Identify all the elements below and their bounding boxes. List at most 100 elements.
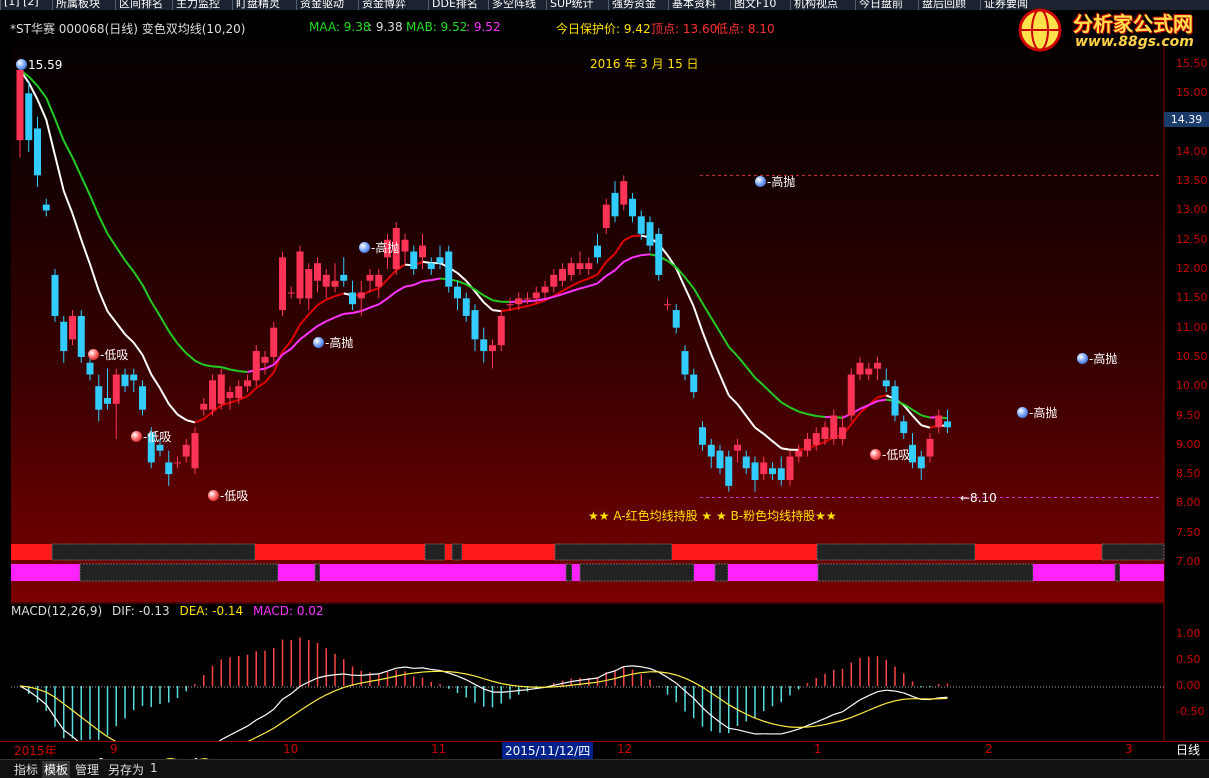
candle-body: [410, 251, 417, 269]
dea-line: [746, 714, 755, 718]
ma20-line: [353, 311, 362, 313]
dif-line: [808, 722, 817, 726]
annotation-text: -高抛: [325, 336, 353, 350]
ma20-line: [239, 371, 248, 372]
bottom-tab-3[interactable]: 另存为: [106, 761, 146, 778]
candle-body: [200, 404, 207, 410]
candle-body: [568, 263, 575, 275]
signal-bar-b-on: [320, 564, 566, 581]
signal-bar-a-off: [52, 544, 255, 560]
ma10-line: [256, 382, 265, 388]
bottom-tab-0[interactable]: 指标: [12, 761, 40, 778]
ma20-line: [423, 280, 432, 281]
price-tick: 8.50: [1176, 467, 1201, 480]
ma20-line: [589, 283, 598, 286]
period-label[interactable]: 日线: [1176, 741, 1200, 758]
bottom-tab-2[interactable]: 管理: [73, 761, 101, 778]
signal-bar-b-off: [80, 564, 278, 581]
ma20-line: [755, 378, 764, 386]
dea-line: [396, 674, 405, 676]
ma10-line: [326, 296, 335, 299]
ma10-line: [64, 191, 73, 214]
signal-bar-b-off: [818, 564, 1033, 581]
dif-line: [361, 674, 370, 675]
dea-line: [519, 686, 528, 687]
dea-line: [318, 695, 327, 700]
logo-title: 分析家公式网: [1073, 8, 1193, 37]
dea-line: [449, 672, 458, 673]
dif-line: [790, 729, 799, 732]
dif-line: [878, 690, 887, 691]
candle-body: [262, 357, 269, 363]
dea-line: [510, 685, 519, 686]
dea-line: [361, 681, 370, 683]
ma10-line: [73, 214, 82, 240]
price-tick: 12.50: [1176, 233, 1208, 246]
dif-line: [554, 683, 563, 685]
dea-line: [851, 714, 860, 718]
ma20-line: [46, 98, 55, 119]
candle-body: [340, 275, 347, 281]
low-buy-annotation: -低吸: [88, 346, 128, 363]
dea-line: [265, 728, 274, 733]
dea-line: [685, 678, 694, 682]
ma20-line: [729, 347, 738, 356]
selected-date: 2015/11/12/四: [502, 742, 593, 759]
ma10-line: [291, 325, 300, 341]
ma20-line: [598, 276, 607, 284]
ma10-line: [510, 308, 519, 310]
sell-marker-icon: [755, 176, 766, 187]
dif-line: [274, 699, 283, 709]
ma10-line: [248, 388, 257, 396]
dif-line: [230, 731, 239, 736]
candle-body: [437, 257, 444, 263]
price-tick: 8.00: [1176, 496, 1201, 509]
dif-line: [344, 674, 353, 675]
ma10-line: [81, 240, 90, 265]
macd-label-line: MACD(12,26,9) DIF: -0.13 DEA: -0.14 MACD…: [11, 604, 330, 618]
dif-line: [781, 732, 790, 734]
dif-line: [729, 728, 738, 729]
ma10-line: [501, 310, 510, 311]
ma20-line: [711, 318, 720, 332]
annotation-text: 15.59: [28, 58, 62, 72]
ma20-line: [143, 285, 152, 302]
price-tick: 15.50: [1176, 57, 1208, 70]
candle-body: [480, 339, 487, 351]
bottom-tab-4[interactable]: 1: [148, 761, 160, 775]
dif-line: [431, 669, 440, 670]
candle-body: [60, 322, 67, 351]
high-sell-annotation: -高抛: [313, 334, 353, 351]
candle-body: [892, 386, 899, 415]
dea-line: [484, 679, 493, 682]
candle-body: [279, 257, 286, 310]
candle-body: [34, 128, 41, 175]
candle-body: [305, 269, 312, 298]
ma10-line: [309, 305, 318, 314]
dif-line: [309, 678, 318, 682]
ma20-line: [493, 300, 502, 301]
bottom-tab-1[interactable]: 模板: [42, 761, 70, 778]
ma10-line: [563, 286, 572, 291]
ma10-line: [519, 306, 528, 308]
dif-line: [571, 680, 580, 681]
ma20-line: [134, 272, 143, 285]
ma10-line: [388, 270, 397, 279]
dea-line: [886, 701, 895, 703]
dea-line: [81, 717, 90, 724]
candle-body: [655, 234, 662, 275]
dea-line: [501, 683, 510, 685]
candle-body: [585, 263, 592, 269]
dif-line: [396, 667, 405, 668]
candle-body: [498, 316, 505, 345]
chart-canvas[interactable]: [0, 0, 1209, 777]
dea-line: [606, 679, 615, 681]
candle-body: [297, 251, 304, 298]
dea-line: [808, 726, 817, 727]
candle-body: [629, 199, 636, 217]
candle-body: [402, 240, 409, 252]
dea-line: [589, 682, 598, 683]
candle-body: [515, 298, 522, 304]
candle-body: [87, 363, 94, 375]
ma20-line: [213, 366, 222, 367]
